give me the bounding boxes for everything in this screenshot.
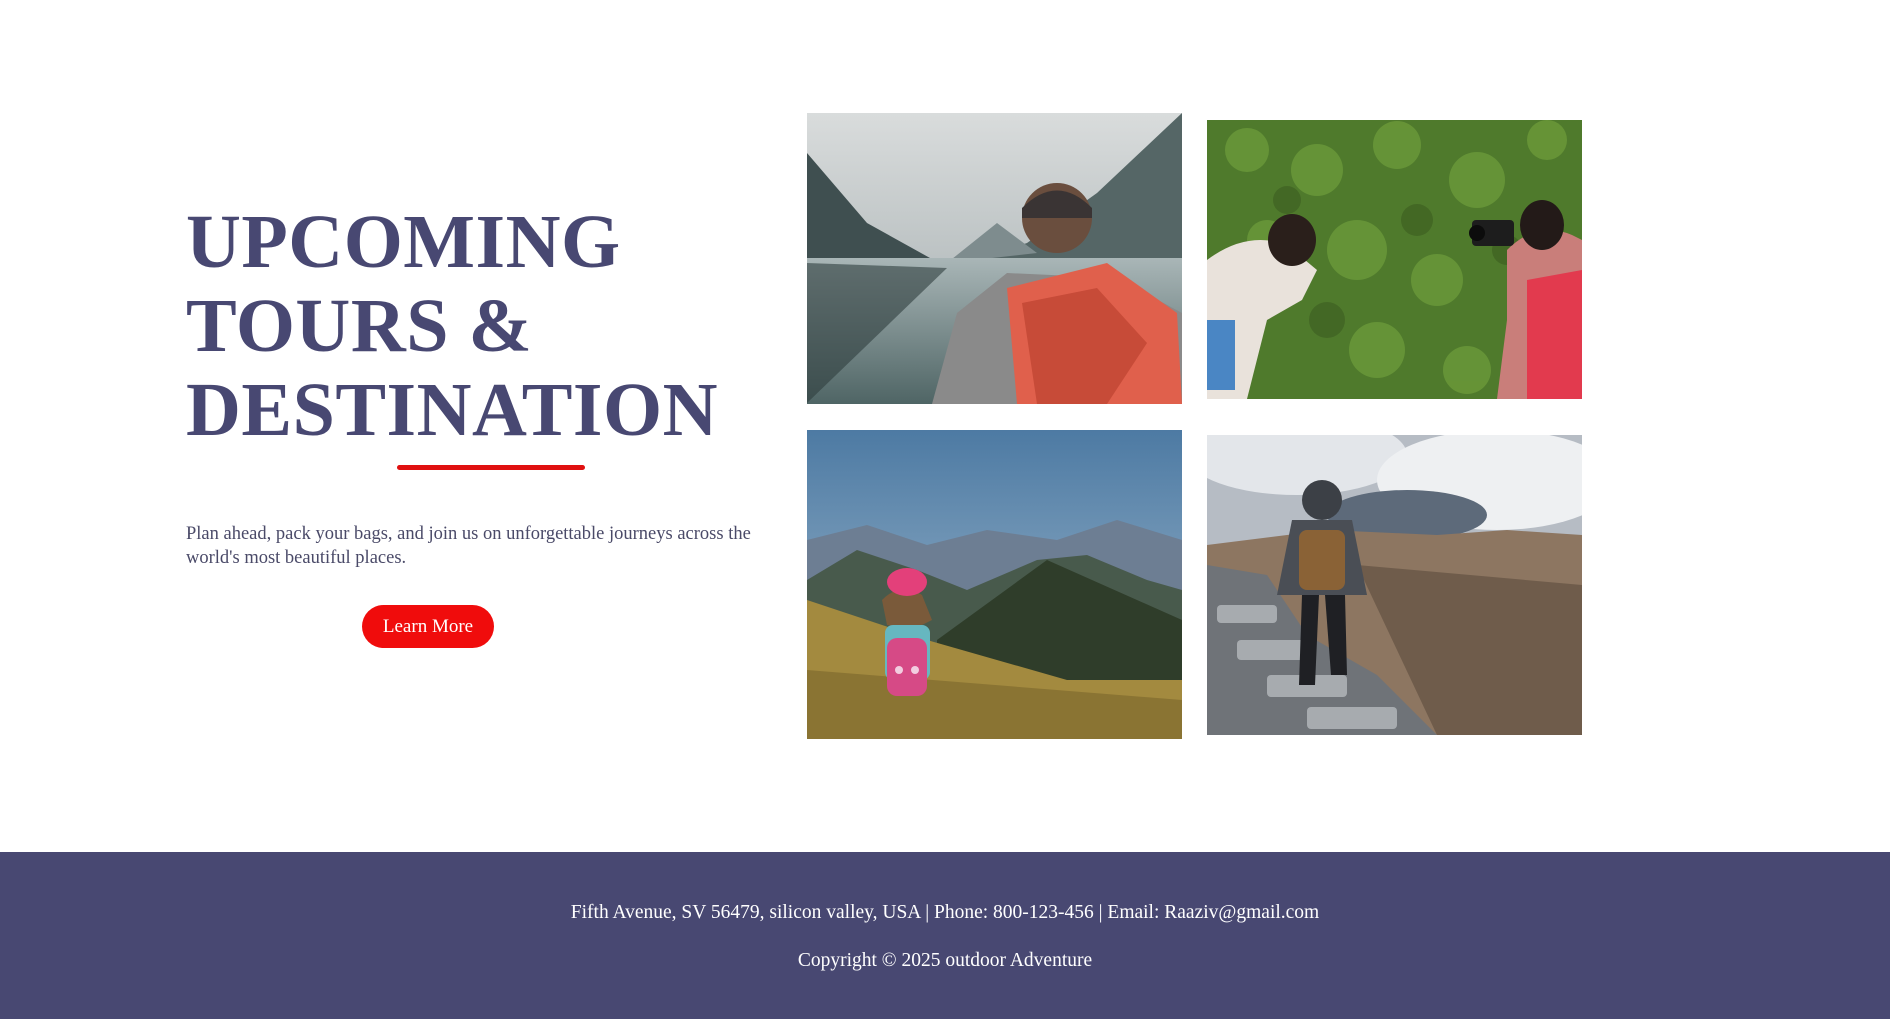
title-underline	[397, 465, 585, 470]
gallery-photo-meadow-girl	[807, 430, 1182, 739]
hero-text: UPCOMING TOURS & DESTINATION Plan ahead,…	[186, 200, 786, 648]
page: UPCOMING TOURS & DESTINATION Plan ahead,…	[0, 0, 1890, 1019]
title-line: UPCOMING	[186, 200, 621, 284]
learn-more-button[interactable]: Learn More	[362, 605, 494, 648]
hero-section: UPCOMING TOURS & DESTINATION Plan ahead,…	[0, 0, 1890, 852]
footer: Fifth Avenue, SV 56479, silicon valley, …	[0, 852, 1890, 1019]
gallery-photo-lake-hiker	[807, 113, 1182, 404]
page-title: UPCOMING TOURS & DESTINATION	[186, 200, 786, 452]
hero-description: Plan ahead, pack your bags, and join us …	[186, 524, 751, 568]
gallery-photo-ivy-photographers	[1207, 120, 1582, 399]
gallery-photo-ridge-hiker	[1207, 435, 1582, 735]
footer-copyright: Copyright © 2025 outdoor Adventure	[797, 950, 1093, 971]
title-line: DESTINATION	[186, 368, 719, 452]
footer-contact-info: Fifth Avenue, SV 56479, silicon valley, …	[570, 902, 1320, 923]
title-line: TOURS &	[186, 284, 533, 368]
